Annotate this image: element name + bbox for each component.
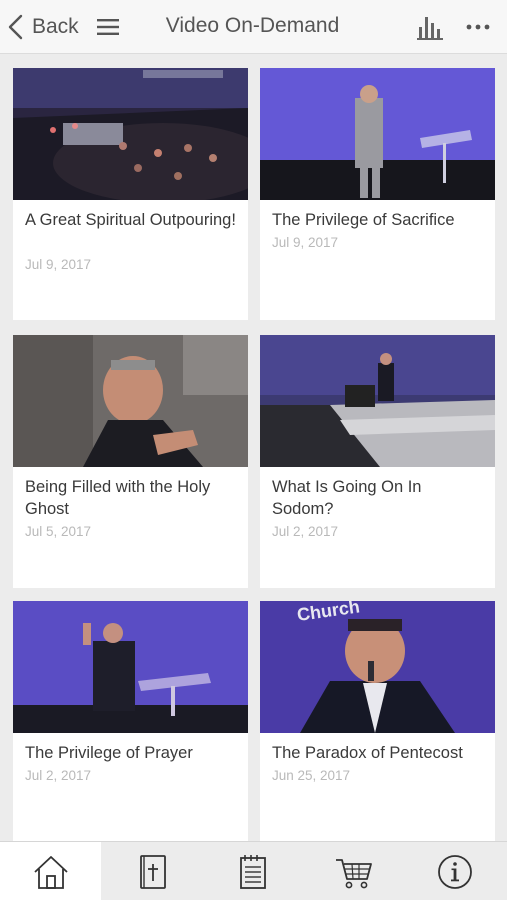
video-date: Jul 2, 2017 xyxy=(272,524,339,539)
video-title: A Great Spiritual Outpouring! xyxy=(25,211,236,229)
video-title: The Privilege of Sacrifice xyxy=(272,211,455,229)
video-date: Jul 9, 2017 xyxy=(272,235,339,250)
video-thumbnail xyxy=(13,68,248,200)
notes-icon xyxy=(239,854,266,889)
chevron-left-icon xyxy=(8,14,23,40)
hamburger-menu-icon xyxy=(97,19,119,35)
bar-chart-icon xyxy=(417,17,443,40)
back-button[interactable]: Back xyxy=(6,8,79,46)
video-card[interactable]: The Privilege of Prayer Jul 2, 2017 xyxy=(13,601,248,841)
video-title: What Is Going On In Sodom? xyxy=(272,478,422,518)
bible-icon xyxy=(139,854,166,889)
video-card[interactable]: Being Filled with the Holy Ghost Jul 5, … xyxy=(13,335,248,588)
video-card[interactable]: Church The Paradox of Pentecost Jun 25, … xyxy=(260,601,495,841)
tab-home[interactable] xyxy=(0,842,101,900)
stats-button[interactable] xyxy=(417,13,443,41)
tab-bible[interactable] xyxy=(101,842,202,900)
video-thumbnail xyxy=(13,335,248,467)
video-title: The Privilege of Prayer xyxy=(25,744,193,762)
video-title: The Paradox of Pentecost xyxy=(272,744,463,762)
video-thumbnail xyxy=(260,68,495,200)
video-date: Jul 9, 2017 xyxy=(25,257,92,272)
video-grid: A Great Spiritual Outpouring! Jul 9, 201… xyxy=(0,54,507,841)
tab-notes[interactable] xyxy=(202,842,303,900)
page-title: Video On-Demand xyxy=(165,14,340,37)
tab-info[interactable] xyxy=(404,842,505,900)
video-card[interactable]: A Great Spiritual Outpouring! Jul 9, 201… xyxy=(13,68,248,320)
video-date: Jul 5, 2017 xyxy=(25,524,92,539)
back-label: Back xyxy=(32,15,79,38)
video-card[interactable]: What Is Going On In Sodom? Jul 2, 2017 xyxy=(260,335,495,588)
more-options-button[interactable] xyxy=(464,13,492,41)
cart-icon xyxy=(335,858,372,888)
video-card[interactable]: The Privilege of Sacrifice Jul 9, 2017 xyxy=(260,68,495,320)
video-thumbnail xyxy=(260,335,495,467)
home-icon xyxy=(33,855,68,889)
ellipsis-icon xyxy=(466,24,490,30)
tab-cart[interactable] xyxy=(303,842,404,900)
menu-button[interactable] xyxy=(95,14,121,40)
video-thumbnail xyxy=(13,601,248,733)
video-title: Being Filled with the Holy Ghost xyxy=(25,478,211,518)
bottom-tab-bar xyxy=(0,841,507,900)
video-date: Jul 2, 2017 xyxy=(25,768,92,783)
top-navigation-bar: Back Video On-Demand xyxy=(0,0,507,54)
video-thumbnail: Church xyxy=(260,601,495,733)
info-icon xyxy=(437,854,472,889)
video-date: Jun 25, 2017 xyxy=(272,768,351,783)
